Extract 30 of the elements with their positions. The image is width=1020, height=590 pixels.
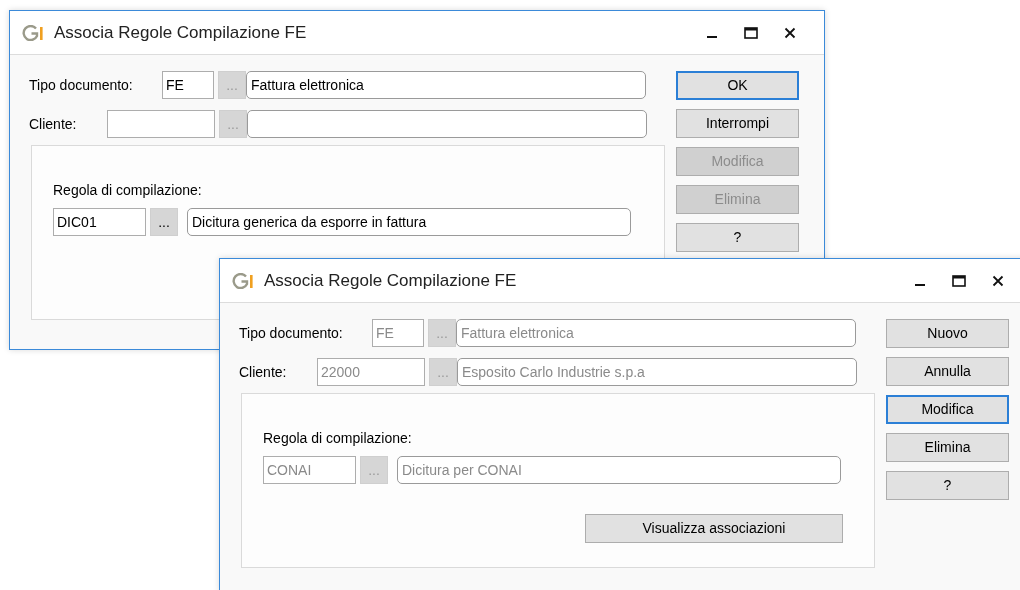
dialog-button[interactable]: Nuovo: [886, 319, 1009, 348]
window-title: Associa Regole Compilazione FE: [54, 21, 308, 44]
app-logo-icon: [22, 24, 44, 41]
description-field[interactable]: Dicitura generica da esporre in fattura: [187, 208, 631, 236]
close-icon[interactable]: [784, 26, 796, 39]
window-title: Associa Regole Compilazione FE: [264, 269, 518, 292]
code-field[interactable]: FE: [162, 71, 214, 99]
browse-button[interactable]: ...: [150, 208, 178, 236]
dialog-button[interactable]: ?: [886, 471, 1009, 500]
description-field[interactable]: Fattura elettronica: [246, 71, 646, 99]
dialog-button[interactable]: Elimina: [886, 433, 1009, 462]
description-field[interactable]: [247, 110, 647, 138]
field-label: Cliente:: [29, 114, 78, 134]
field-label: Regola di compilazione:: [263, 429, 413, 448]
field-label: Cliente:: [239, 362, 288, 382]
field-label: Tipo documento:: [239, 323, 344, 343]
maximize-icon[interactable]: [744, 26, 758, 39]
code-field[interactable]: DIC01: [53, 208, 146, 236]
app-logo-icon: [232, 272, 254, 289]
dialog-button[interactable]: Annulla: [886, 357, 1009, 386]
view-associations-button[interactable]: Visualizza associazioni: [585, 514, 843, 543]
dialog-button[interactable]: ?: [676, 223, 799, 252]
field-label: Tipo documento:: [29, 75, 134, 95]
dialog-button[interactable]: Interrompi: [676, 109, 799, 138]
dialog-button[interactable]: Modifica: [886, 395, 1009, 424]
dialog-button[interactable]: OK: [676, 71, 799, 100]
maximize-icon[interactable]: [952, 274, 966, 287]
code-field[interactable]: [107, 110, 215, 138]
close-icon[interactable]: [992, 274, 1004, 287]
field-label: Regola di compilazione:: [53, 181, 203, 200]
